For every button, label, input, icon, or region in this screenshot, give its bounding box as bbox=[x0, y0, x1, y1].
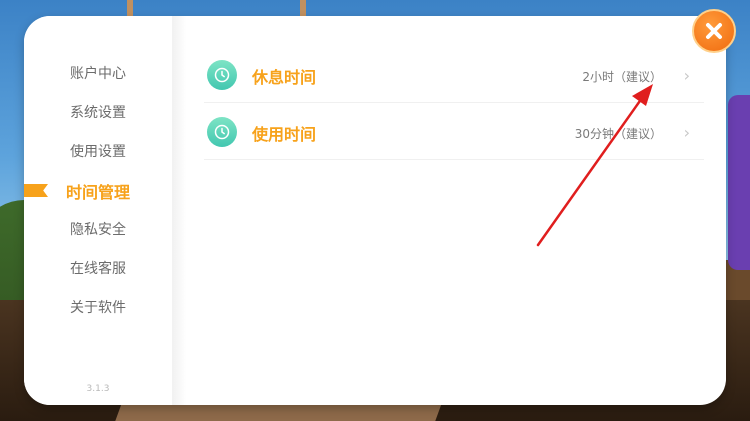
sidebar-item-system[interactable]: 系统设置 bbox=[24, 102, 172, 122]
sidebar-item-privacy[interactable]: 隐私安全 bbox=[24, 219, 172, 239]
chevron-right-icon: › bbox=[683, 123, 690, 142]
usage-time-row[interactable]: 使用时间 30分钟（建议） › bbox=[204, 103, 704, 160]
sidebar-item-time-management[interactable]: 时间管理 bbox=[24, 179, 172, 203]
chevron-right-icon: › bbox=[683, 66, 690, 85]
version-label: 3.1.3 bbox=[86, 384, 110, 394]
sidebar-item-account[interactable]: 账户中心 bbox=[24, 63, 172, 83]
settings-sidebar: 账户中心 系统设置 使用设置 时间管理 隐私安全 在线客服 关于软件 3.1.3 bbox=[24, 16, 172, 405]
clock-icon bbox=[207, 117, 237, 147]
rest-time-value: 2小时（建议） bbox=[582, 70, 662, 84]
close-button[interactable] bbox=[692, 9, 736, 53]
usage-time-value: 30分钟（建议） bbox=[574, 127, 662, 141]
close-icon bbox=[706, 23, 722, 39]
usage-time-title: 使用时间 bbox=[252, 125, 317, 144]
clock-icon bbox=[207, 60, 237, 90]
time-settings-list: 休息时间 2小时（建议） › 使用时间 30分钟（建议） › bbox=[204, 46, 704, 160]
sidebar-item-about[interactable]: 关于软件 bbox=[24, 297, 172, 317]
background-side-panel bbox=[728, 95, 750, 270]
rest-time-row[interactable]: 休息时间 2小时（建议） › bbox=[204, 46, 704, 103]
sidebar-item-support[interactable]: 在线客服 bbox=[24, 258, 172, 278]
sidebar-divider bbox=[172, 16, 186, 405]
rest-time-title: 休息时间 bbox=[252, 68, 317, 87]
sidebar-item-usage[interactable]: 使用设置 bbox=[24, 141, 172, 161]
settings-panel: 账户中心 系统设置 使用设置 时间管理 隐私安全 在线客服 关于软件 3.1.3… bbox=[24, 16, 726, 405]
